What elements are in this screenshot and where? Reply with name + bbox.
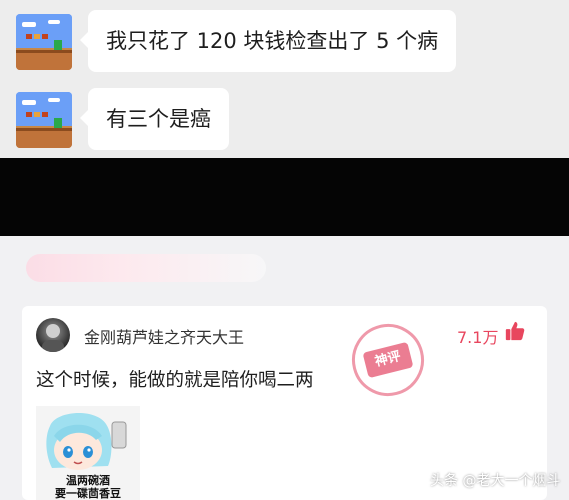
meme-caption: 温两碗酒 要一碟茴香豆 [36,474,140,500]
user-avatar[interactable] [36,318,70,352]
person-photo-icon [42,324,64,352]
meme-caption-line: 温两碗酒 [66,474,110,487]
god-comment-stamp: 神评 [344,316,432,404]
blurred-header [26,254,266,282]
comment-text: 这个时候，能做的就是陪你喝二两 [36,370,314,391]
watermark: 头条 @老大一个烟斗 [430,473,561,489]
mario-scene-icon [16,14,72,70]
meme-image[interactable]: 温两碗酒 要一碟茴香豆 [36,406,140,500]
like-count: 7.1万 [457,328,499,347]
message-bubble: 我只花了 120 块钱检查出了 5 个病 [79,10,457,72]
avatar[interactable] [16,92,72,148]
message-bubble: 有三个是癌 [80,88,229,150]
chat-area: 我只花了 120 块钱检查出了 5 个病 有三个是癌 [0,0,569,158]
avatar[interactable] [16,14,72,70]
stamp-label: 神评 [362,341,414,379]
redaction-bar [0,158,569,236]
mario-scene-icon [16,92,72,148]
meme-caption-line: 要一碟茴香豆 [55,487,121,500]
thumbs-up-icon[interactable] [504,320,526,342]
username[interactable]: 金刚葫芦娃之齐天大王 [84,324,244,348]
comment-panel: 金刚葫芦娃之齐天大王 神评 7.1万 这个时候，能做的就是陪你喝二两 温两碗酒 … [0,236,569,500]
